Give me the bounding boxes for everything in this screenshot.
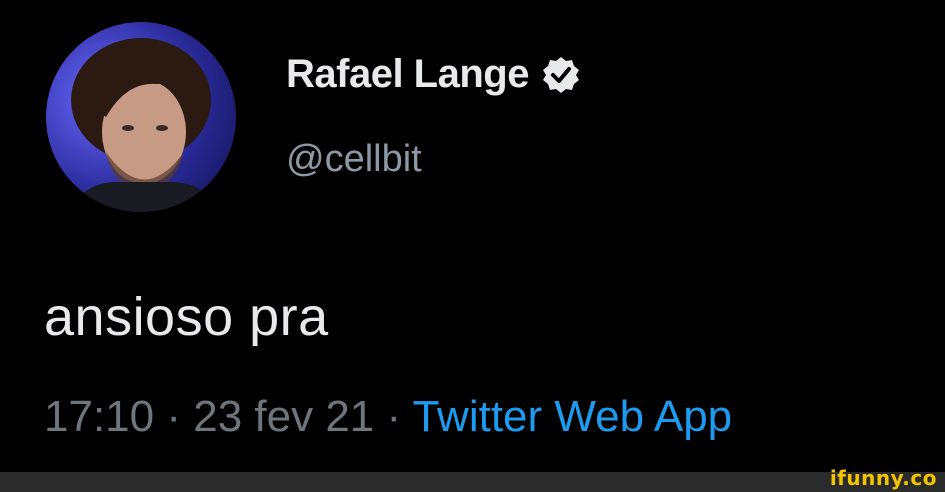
tweet-date[interactable]: 23 fev 21 — [193, 392, 374, 441]
verified-badge-icon — [542, 56, 579, 93]
tweet-meta: 17:10 · 23 fev 21 · Twitter Web App — [44, 392, 732, 442]
tweet-card: Rafael Lange @cellbit ansioso pra 17:10 … — [0, 0, 945, 472]
author-display-name[interactable]: Rafael Lange — [286, 52, 529, 97]
avatar[interactable] — [46, 22, 236, 212]
author-handle[interactable]: @cellbit — [286, 138, 422, 181]
watermark-bar: ifunny.co — [0, 466, 945, 492]
ifunny-watermark: ifunny.co — [829, 466, 937, 490]
tweet-time[interactable]: 17:10 — [44, 392, 154, 441]
tweet-text: ansioso pra — [44, 287, 329, 347]
meta-separator: · — [386, 392, 402, 441]
meta-separator: · — [166, 392, 181, 441]
tweet-source-link[interactable]: Twitter Web App — [413, 392, 733, 441]
author-row: Rafael Lange — [286, 52, 581, 97]
avatar-portrait — [66, 38, 221, 212]
